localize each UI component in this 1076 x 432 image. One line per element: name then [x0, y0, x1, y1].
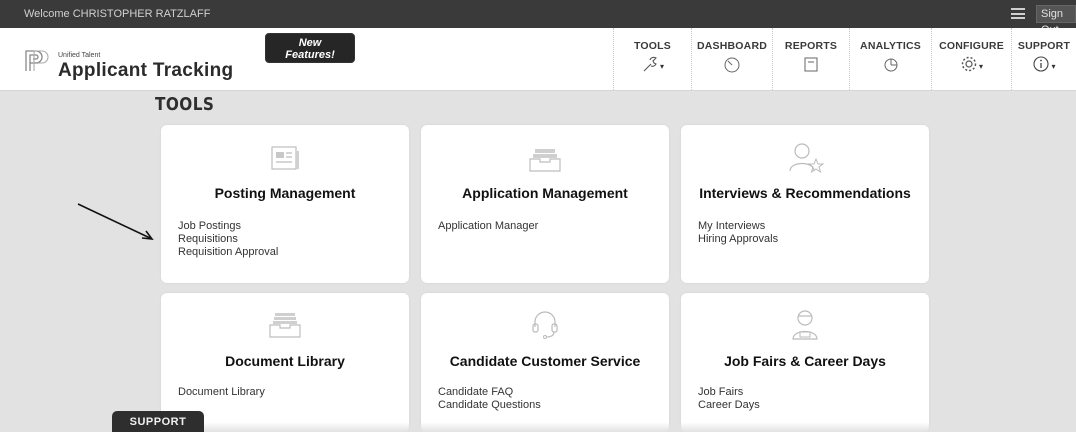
new-features-button[interactable]: New Features! — [265, 33, 355, 63]
sign-out-button[interactable]: Sign Out — [1036, 5, 1076, 36]
gauge-icon — [724, 57, 740, 73]
card-title: Application Management — [462, 185, 628, 201]
report-icon — [804, 57, 818, 72]
wrench-icon — [643, 56, 657, 72]
link-document-library[interactable]: Document Library — [178, 386, 265, 399]
nav-reports[interactable]: REPORTS — [772, 28, 849, 90]
hamburger-menu-icon[interactable] — [1011, 8, 1025, 19]
nav-analytics[interactable]: ANALYTICS — [849, 28, 931, 90]
chevron-down-icon: ▾ — [659, 61, 664, 71]
logo-icon[interactable] — [24, 50, 50, 77]
inbox-tray-icon — [529, 149, 561, 172]
card-title: Interviews & Recommendations — [699, 185, 911, 201]
app-title[interactable]: Applicant Tracking — [58, 60, 233, 82]
chevron-down-icon: ▾ — [1051, 61, 1056, 71]
card-title: Document Library — [225, 353, 345, 369]
newspaper-icon — [271, 146, 299, 170]
gear-icon — [961, 56, 977, 72]
app-header: Unified Talent Applicant Tracking New Fe… — [0, 28, 1076, 91]
link-job-postings[interactable]: Job Postings — [178, 220, 278, 233]
card-title: Posting Management — [214, 185, 356, 201]
pie-chart-icon — [884, 58, 897, 72]
card-title: Candidate Customer Service — [449, 353, 641, 369]
brand-subtitle: Unified Talent — [58, 52, 101, 59]
link-hiring-approvals[interactable]: Hiring Approvals — [698, 233, 778, 246]
card-posting-management[interactable]: Posting Management Job Postings Requisit… — [161, 125, 409, 283]
link-candidate-faq[interactable]: Candidate FAQ — [438, 386, 541, 399]
link-candidate-questions[interactable]: Candidate Questions — [438, 399, 541, 412]
document-tray-icon — [269, 313, 301, 338]
nav-dashboard[interactable]: DASHBOARD — [691, 28, 772, 90]
link-job-fairs[interactable]: Job Fairs — [698, 386, 760, 399]
card-job-fairs-career-days[interactable]: Job Fairs & Career Days Job Fairs Career… — [681, 293, 929, 432]
link-career-days[interactable]: Career Days — [698, 399, 760, 412]
link-requisition-approval[interactable]: Requisition Approval — [178, 246, 278, 259]
arrow-annotation-icon — [77, 203, 154, 240]
nav-tools[interactable]: TOOLS ▾ — [613, 28, 691, 90]
page-title: TOOLS — [155, 94, 215, 115]
person-badge-icon — [792, 310, 818, 340]
link-requisitions[interactable]: Requisitions — [178, 233, 278, 246]
nav-support[interactable]: SUPPORT ▾ — [1011, 28, 1076, 90]
nav-configure[interactable]: CONFIGURE ▾ — [931, 28, 1011, 90]
card-title: Job Fairs & Career Days — [724, 353, 886, 369]
chevron-down-icon: ▾ — [978, 61, 983, 71]
user-star-icon — [789, 143, 825, 174]
support-tab-button[interactable]: SUPPORT — [112, 411, 204, 432]
main-nav: TOOLS ▾ DASHBOARD REPORTS ANALYTICS CONF… — [613, 28, 1076, 90]
info-icon — [1033, 56, 1050, 72]
headset-icon — [532, 311, 558, 339]
top-bar: Welcome CHRISTOPHER RATZLAFF Sign Out — [0, 0, 1076, 36]
link-my-interviews[interactable]: My Interviews — [698, 220, 778, 233]
link-application-manager[interactable]: Application Manager — [438, 220, 538, 233]
card-interviews-recommendations[interactable]: Interviews & Recommendations My Intervie… — [681, 125, 929, 283]
card-application-management[interactable]: Application Management Application Manag… — [421, 125, 669, 283]
welcome-text: Welcome CHRISTOPHER RATZLAFF — [24, 8, 211, 20]
card-candidate-customer-service[interactable]: Candidate Customer Service Candidate FAQ… — [421, 293, 669, 432]
